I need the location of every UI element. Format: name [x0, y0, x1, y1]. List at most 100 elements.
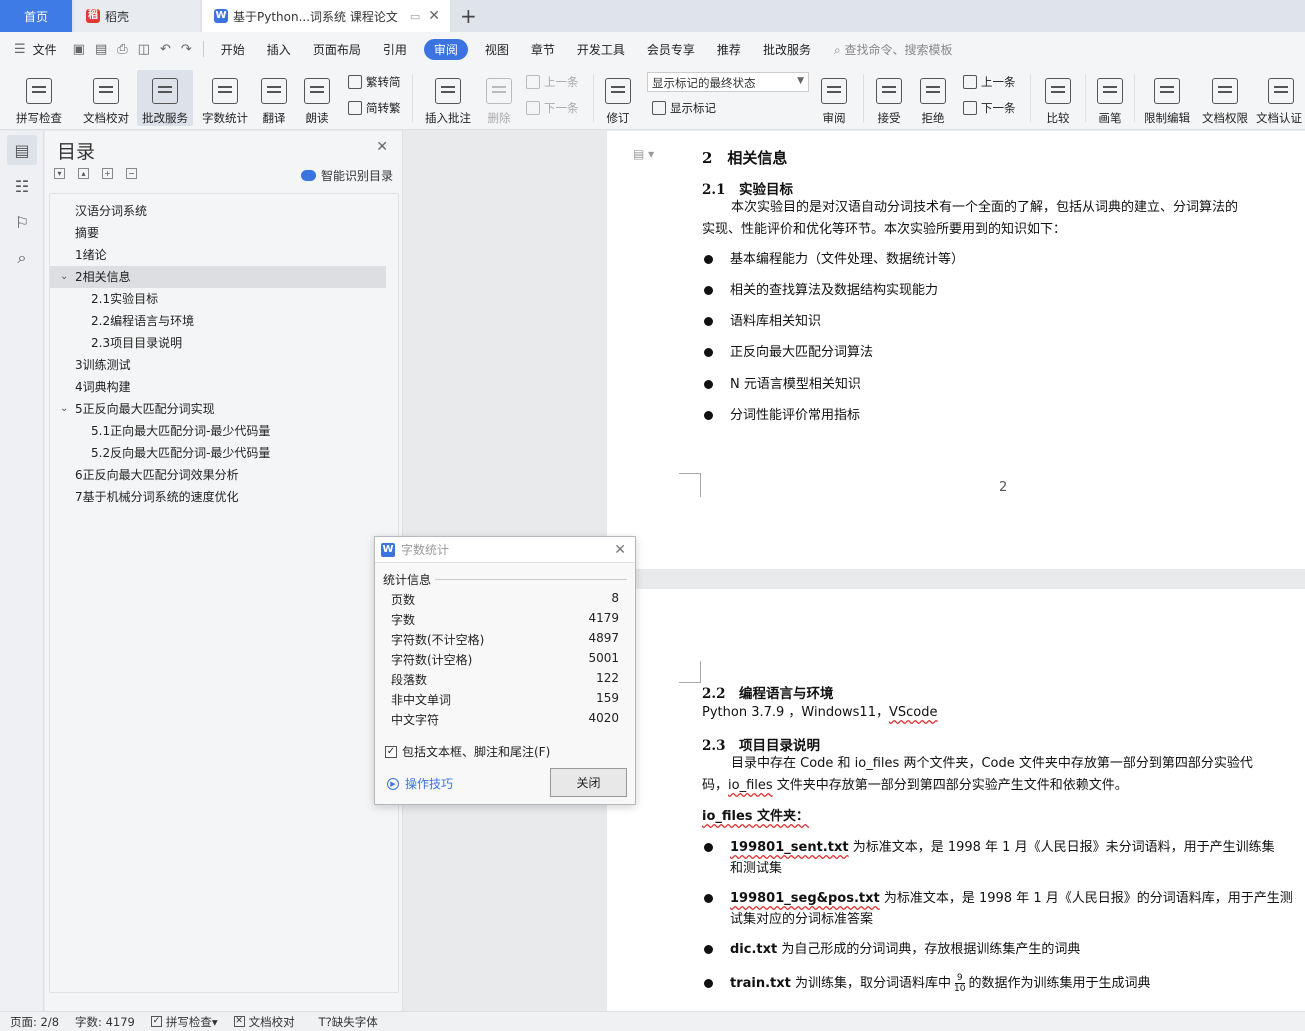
toc-item[interactable]: 2.1实验目标: [50, 288, 386, 310]
menu-file[interactable]: 文件: [33, 41, 57, 58]
close-icon[interactable]: ✕: [614, 542, 626, 558]
toc-item[interactable]: 4词典构建: [50, 376, 386, 398]
status-spell-check[interactable]: ✓ 拼写检查 ▾: [150, 1014, 218, 1030]
markup-state-select[interactable]: 显示标记的最终状态 ▼: [647, 72, 809, 92]
insert-comment-button[interactable]: 插入批注: [420, 70, 476, 126]
smart-toc-button[interactable]: 智能识别目录: [300, 167, 393, 184]
menu-member[interactable]: 会员专享: [647, 41, 695, 58]
toc-item[interactable]: 5.1正向最大匹配分词-最少代码量: [50, 420, 386, 442]
menu-reference[interactable]: 引用: [383, 41, 407, 58]
menu-developer[interactable]: 开发工具: [577, 41, 625, 58]
toc-item[interactable]: 6正反向最大匹配分词效果分析: [50, 464, 386, 486]
tab-home[interactable]: 首页: [0, 0, 72, 32]
tab-home-label: 首页: [23, 9, 48, 24]
add-heading-icon[interactable]: +: [102, 168, 113, 179]
preview-icon[interactable]: ◫: [138, 42, 150, 57]
spell-check-button[interactable]: 拼写检查: [8, 70, 70, 126]
dialog-titlebar[interactable]: W 字数统计 ✕: [375, 537, 635, 563]
toc-item[interactable]: 5.2反向最大匹配分词-最少代码量: [50, 442, 386, 464]
word-count-button[interactable]: 字数统计: [197, 70, 253, 126]
toc-item[interactable]: 7基于机械分词系统的速度优化: [50, 486, 386, 508]
close-icon[interactable]: ✕: [376, 139, 388, 155]
menu-start[interactable]: 开始: [221, 41, 245, 58]
tips-link[interactable]: ▶ 操作技巧: [387, 775, 453, 792]
compare-button[interactable]: 比较: [1038, 70, 1078, 126]
chevron-down-icon[interactable]: ⌄: [60, 398, 68, 420]
tab-close-icon[interactable]: ✕: [428, 8, 440, 24]
show-markup-button[interactable]: 显示标记: [652, 100, 716, 116]
list-item: 分词性能评价常用指标: [703, 405, 860, 426]
close-button[interactable]: 关闭: [550, 768, 627, 797]
toc-panel-icon[interactable]: ▤: [7, 135, 37, 165]
toc-item[interactable]: 1绪论: [50, 244, 386, 266]
menu-recommend[interactable]: 推荐: [717, 41, 741, 58]
paragraph-marker-icon[interactable]: ▤ ▾: [633, 147, 654, 161]
toc-item[interactable]: 3训练测试: [50, 354, 386, 376]
save-icon[interactable]: ▣: [73, 42, 85, 57]
menu-insert[interactable]: 插入: [267, 41, 291, 58]
toc-item-selected[interactable]: ⌄ 2相关信息: [50, 266, 386, 288]
restrict-edit-button[interactable]: 限制编辑: [1140, 70, 1194, 126]
undo-icon[interactable]: ↶: [160, 42, 171, 57]
toc-item[interactable]: ⌄ 5正反向最大匹配分词实现: [50, 398, 386, 420]
toc-item[interactable]: 2.3项目目录说明: [50, 332, 386, 354]
tab-daoke[interactable]: 稻 稻壳: [74, 0, 200, 32]
collapse-all-icon[interactable]: ▾: [54, 168, 65, 179]
delete-comment-button[interactable]: 删除: [481, 70, 517, 126]
list-item: train.txt 为训练集，取分词语料库中 9 10 的数据作为训练集用于生成词典: [703, 973, 1151, 994]
doc-check-button[interactable]: 文档校对: [78, 70, 134, 126]
next-comment-button[interactable]: 下一条: [526, 100, 579, 116]
word-count-dialog[interactable]: W 字数统计 ✕ 统计信息 页数 8 字数 4179 字符数(不计空格) 4897 字…: [374, 536, 636, 805]
remove-heading-icon[interactable]: −: [126, 168, 137, 179]
search-icon[interactable]: ⌕: [11, 247, 33, 269]
print-icon[interactable]: ⎙: [117, 42, 127, 57]
status-doc-check[interactable]: ✕ 文档校对: [233, 1014, 295, 1030]
translate-button[interactable]: 翻译: [255, 70, 293, 126]
tab-float-icon[interactable]: ▭: [410, 10, 420, 23]
include-textbox-checkbox[interactable]: ✓ 包括文本框、脚注和尾注(F): [385, 743, 550, 760]
document-page[interactable]: 2.2 编程语言与环境 Python 3.7.9 ，Windows11，VSco…: [607, 589, 1305, 1011]
reject-button[interactable]: 拒绝: [914, 70, 952, 126]
simp-to-trad-button[interactable]: 简转繁: [348, 100, 401, 116]
page-indicator[interactable]: 页面: 2/8: [10, 1014, 59, 1030]
stats-group-label: 统计信息: [383, 573, 432, 587]
review-pane-button[interactable]: 审阅: [816, 70, 852, 126]
menu-revise-service[interactable]: 批改服务: [763, 41, 811, 58]
prev-change-button[interactable]: 上一条: [963, 74, 1016, 90]
track-changes-button[interactable]: 修订: [600, 70, 636, 126]
nav-pane-icon[interactable]: ☷: [11, 175, 33, 197]
menu-section[interactable]: 章节: [531, 41, 555, 58]
read-aloud-icon: [304, 78, 330, 104]
status-missing-font[interactable]: T? 缺失字体: [319, 1014, 378, 1030]
toc-item[interactable]: 摘要: [50, 222, 386, 244]
doc-auth-button[interactable]: 文档认证: [1256, 70, 1304, 126]
redo-icon[interactable]: ↷: [181, 42, 192, 57]
chevron-down-icon[interactable]: ⌄: [60, 266, 68, 288]
next-change-button[interactable]: 下一条: [963, 100, 1016, 116]
pen-button[interactable]: 画笔: [1092, 70, 1128, 126]
menu-review[interactable]: 审阅: [423, 38, 468, 60]
toc-item[interactable]: 2.2编程语言与环境: [50, 310, 386, 332]
read-aloud-button[interactable]: 朗读: [298, 70, 336, 126]
writer-logo-icon: W: [381, 542, 395, 557]
expand-up-icon[interactable]: ▴: [78, 168, 89, 179]
trad-to-simp-button[interactable]: 繁转简: [348, 74, 401, 90]
word-count-label: 字数统计: [202, 111, 248, 125]
menu-page-layout[interactable]: 页面布局: [313, 41, 361, 58]
menu-view[interactable]: 视图: [485, 41, 509, 58]
accept-button[interactable]: 接受: [870, 70, 908, 126]
command-search[interactable]: ⌕ 查找命令、搜索模板: [834, 41, 953, 58]
export-icon[interactable]: ▤: [95, 42, 107, 57]
word-count-indicator[interactable]: 字数: 4179: [75, 1014, 135, 1030]
tab-document[interactable]: W 基于Python...词系统 课程论文 ▭ ✕: [202, 0, 450, 32]
new-tab-plus-icon[interactable]: +: [460, 4, 477, 28]
prev-comment-button[interactable]: 上一条: [526, 74, 579, 90]
bookmark-icon[interactable]: ⚐: [11, 211, 33, 233]
doc-permission-button[interactable]: 文档权限: [1198, 70, 1252, 126]
revise-service-button[interactable]: 批改服务: [137, 70, 193, 126]
checkmark-icon[interactable]: ✓: [385, 745, 397, 758]
ribbon-divider: [412, 74, 413, 122]
document-page[interactable]: ▤ ▾ 2 相关信息 2.1 实验目标 本次实验目的是对汉语自动分词技术有一个全…: [607, 131, 1305, 569]
toc-item[interactable]: 汉语分词系统: [50, 200, 386, 222]
hamburger-icon[interactable]: ☰: [14, 42, 26, 57]
